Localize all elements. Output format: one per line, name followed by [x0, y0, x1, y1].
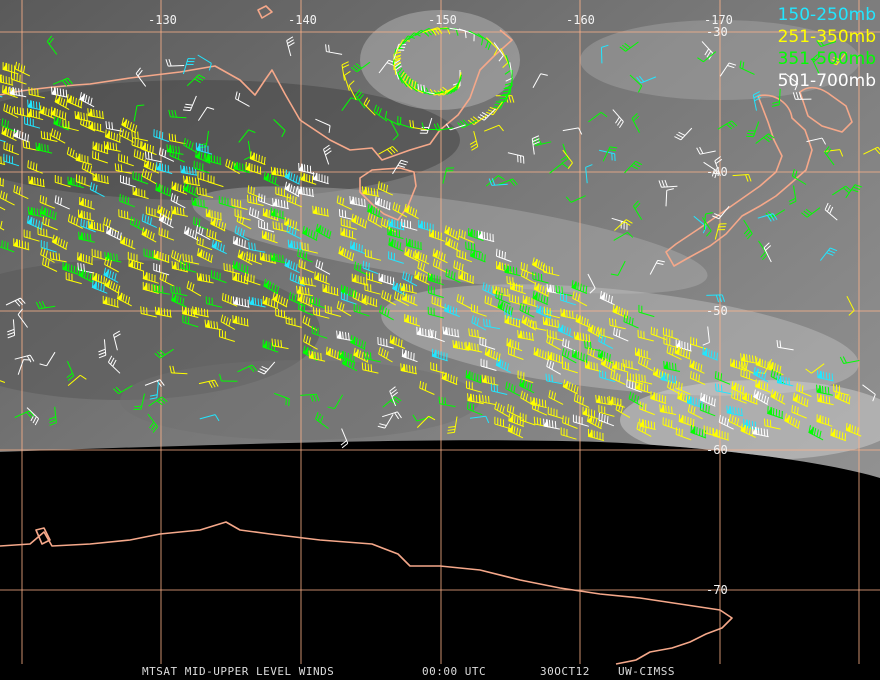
- lat-label: -70: [706, 583, 728, 597]
- legend-item-351-500: 351-500mb: [777, 49, 876, 69]
- product-title: MTSAT MID-UPPER LEVEL WINDS: [142, 665, 335, 678]
- map-canvas: -130 -140 -150 -160 -170 -30 -40 -50 -60…: [0, 0, 880, 665]
- pressure-legend: 150-250mb 251-350mb 351-500mb 501-700mb: [778, 4, 876, 92]
- lon-label: -130: [148, 13, 177, 27]
- observation-time: 00:00 UTC: [422, 665, 487, 678]
- lon-label: -160: [566, 13, 595, 27]
- satellite-wind-map: -130 -140 -150 -160 -170 -30 -40 -50 -60…: [0, 0, 880, 680]
- lon-label: -150: [428, 13, 457, 27]
- lon-label: -140: [288, 13, 317, 27]
- lat-label: -60: [706, 443, 728, 457]
- legend-item-150-250: 150-250mb: [777, 5, 876, 25]
- lat-label: -50: [706, 304, 728, 318]
- credit-label: UW-CIMSS: [618, 665, 675, 678]
- observation-date: 30OCT12: [540, 665, 590, 678]
- legend-item-501-700: 501-700mb: [777, 71, 876, 91]
- legend-item-251-350: 251-350mb: [777, 27, 876, 47]
- lat-label: -40: [706, 165, 728, 179]
- footer-caption: MTSAT MID-UPPER LEVEL WINDS 00:00 UTC 30…: [0, 664, 880, 680]
- lat-label: -30: [706, 25, 728, 39]
